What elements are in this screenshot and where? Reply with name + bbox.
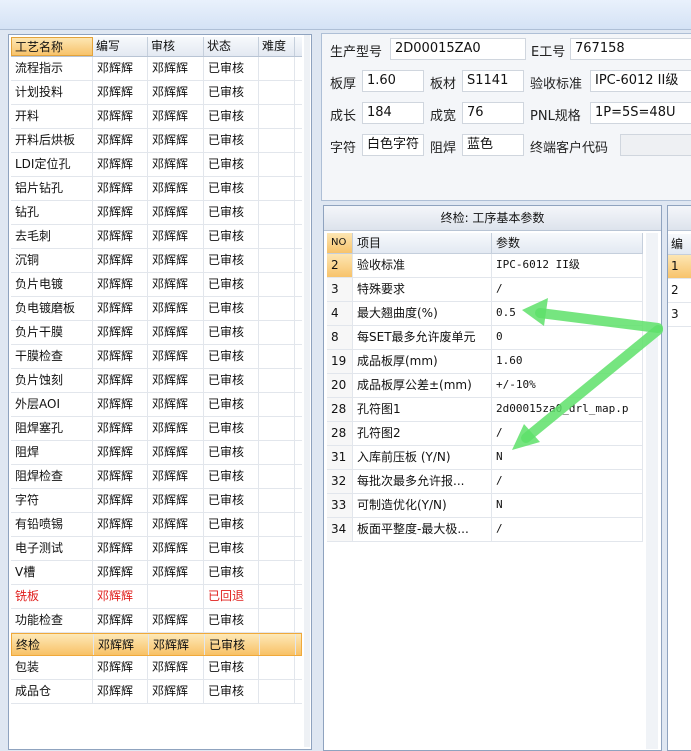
arrow-head-to-warpage (522, 298, 548, 326)
arrow-shaft-to-prepress (521, 325, 663, 443)
annotation-arrows (512, 298, 663, 450)
arrow-shaft-to-warpage (535, 308, 663, 333)
